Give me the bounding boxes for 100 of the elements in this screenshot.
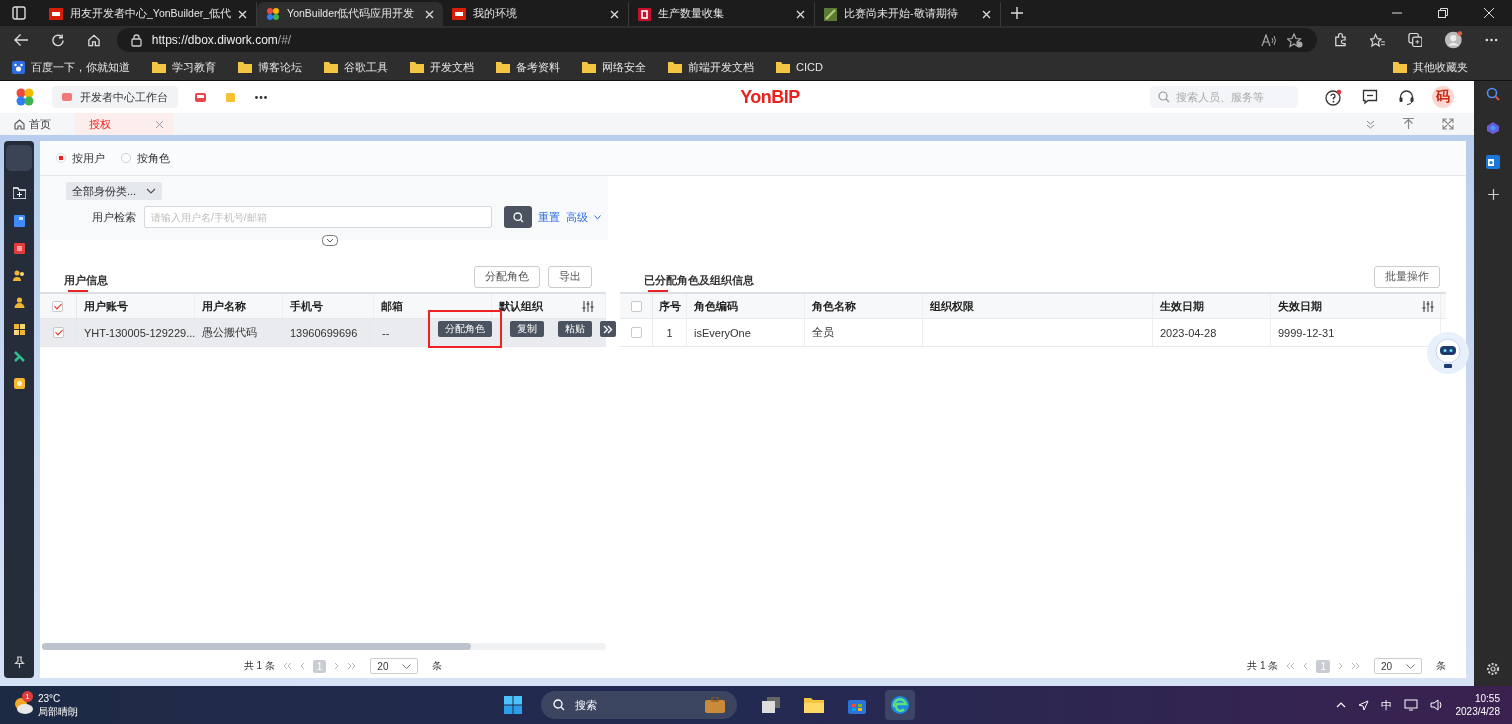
profile-avatar-icon[interactable] <box>1444 30 1463 50</box>
location-icon[interactable] <box>1357 699 1369 711</box>
pin-icon[interactable] <box>13 656 25 668</box>
row-checkbox[interactable] <box>630 327 642 338</box>
identity-select[interactable]: 全部身份类... <box>66 182 163 200</box>
folder-icon[interactable] <box>12 187 26 199</box>
fullscreen-icon[interactable] <box>1442 118 1454 130</box>
page-size-select[interactable]: 20 <box>370 658 419 674</box>
bookmark[interactable]: 开发文档 <box>410 59 474 75</box>
help-icon[interactable] <box>1325 88 1342 106</box>
back-icon[interactable] <box>14 33 29 47</box>
user-avatar[interactable]: 码 <box>1432 86 1454 108</box>
bookmark[interactable]: 前端开发文档 <box>668 59 754 75</box>
extensions-icon[interactable] <box>1332 32 1348 48</box>
more-icon[interactable] <box>255 95 267 99</box>
column-header: 邮箱 <box>374 294 493 318</box>
caret-up-icon[interactable] <box>1335 702 1346 708</box>
bookmark[interactable]: 学习教育 <box>152 59 216 75</box>
user-icon[interactable] <box>13 297 25 308</box>
app-icon[interactable] <box>13 378 25 389</box>
home-icon[interactable] <box>86 32 101 48</box>
row-action-button[interactable]: 分配角色 <box>438 321 492 337</box>
clock[interactable]: 10:55 2023/4/28 <box>1455 692 1500 718</box>
browser-icon <box>889 695 910 715</box>
row-action-button[interactable]: 复制 <box>510 321 544 337</box>
mail-app-icon[interactable] <box>1486 155 1500 169</box>
network-icon[interactable] <box>1403 699 1418 711</box>
collections-icon[interactable] <box>1407 32 1423 48</box>
upload-icon[interactable] <box>1403 118 1414 130</box>
bookmark[interactable]: 博客论坛 <box>238 59 302 75</box>
search-button[interactable] <box>504 206 532 228</box>
app-icon[interactable] <box>13 243 25 254</box>
field-label: 用户检索 <box>92 209 136 225</box>
read-aloud-icon[interactable] <box>1260 33 1277 47</box>
address-field[interactable]: https://dbox.diwork.com/#/ <box>116 28 1317 52</box>
bookmark[interactable]: CICD <box>776 61 823 73</box>
chevron-down-icon[interactable] <box>594 214 601 220</box>
task-view-icon[interactable] <box>761 697 780 713</box>
toolbar-button[interactable]: 导出 <box>548 266 592 288</box>
radio-option[interactable]: 按角色 <box>121 150 170 166</box>
bookmark[interactable]: 网络安全 <box>582 59 646 75</box>
settings-icon[interactable] <box>1486 662 1500 676</box>
bookmark[interactable]: 备考资料 <box>496 59 560 75</box>
restore-icon[interactable] <box>1438 8 1448 18</box>
taskbar-search-field[interactable]: 搜索 <box>540 691 737 719</box>
select-all-checkbox[interactable] <box>52 300 64 312</box>
lock-icon <box>130 33 142 47</box>
horizontal-scrollbar[interactable] <box>42 643 606 650</box>
more-actions-button[interactable] <box>600 321 616 337</box>
bookmark[interactable]: 谷歌工具 <box>324 59 388 75</box>
app-icon[interactable] <box>13 351 25 362</box>
favorite-add-icon[interactable] <box>1286 32 1303 48</box>
browser-tab[interactable]: YonBuilder低代码应用开发 <box>257 2 444 26</box>
tab-actions-icon[interactable] <box>12 6 26 20</box>
chevron-down-icon <box>146 188 157 194</box>
page-size-select[interactable]: 20 <box>1374 658 1422 674</box>
refresh-icon[interactable] <box>50 32 65 48</box>
advanced-link[interactable]: 高级 <box>566 209 588 225</box>
headset-icon[interactable] <box>1398 88 1415 106</box>
input-method[interactable]: 中 <box>1380 697 1392 713</box>
workbench-tab[interactable]: 开发者中心工作台 <box>52 86 178 108</box>
app-icon[interactable] <box>13 215 25 227</box>
robot-assistant-icon[interactable] <box>1426 331 1470 375</box>
folder-icon <box>238 61 252 73</box>
weather-icon[interactable] <box>12 695 34 715</box>
users-icon[interactable] <box>13 270 25 281</box>
search-icon[interactable] <box>1486 87 1500 101</box>
table-cell: 1 <box>653 319 687 346</box>
page-tab[interactable]: 授权 <box>75 113 173 135</box>
bookmark[interactable]: 百度一下，你就知道 <box>12 59 130 75</box>
row-action-button[interactable]: 粘贴 <box>558 321 592 337</box>
folder-icon[interactable] <box>803 697 824 713</box>
folder-icon <box>410 61 424 73</box>
select-all-checkbox[interactable] <box>630 300 642 312</box>
radio-option[interactable]: 按用户 <box>56 150 105 166</box>
column-header: 手机号 <box>282 294 375 318</box>
favorites-icon[interactable] <box>1369 32 1386 48</box>
message-icon[interactable] <box>1362 89 1378 105</box>
bookmark[interactable]: 其他收藏夹 <box>1393 59 1468 75</box>
copilot-icon[interactable] <box>1486 121 1500 135</box>
more-icon[interactable] <box>1485 38 1498 42</box>
brand-icon <box>452 8 467 20</box>
page-tab[interactable]: 首页 <box>0 113 61 135</box>
double-chevron-down-icon[interactable] <box>1366 119 1375 129</box>
folder-icon <box>324 61 338 73</box>
row-checkbox[interactable] <box>52 327 64 338</box>
add-icon[interactable] <box>1487 189 1499 200</box>
batch-button[interactable]: 批量操作 <box>1374 266 1440 288</box>
new-tab-icon[interactable] <box>1011 7 1024 19</box>
start-icon[interactable] <box>503 696 522 714</box>
reset-link[interactable]: 重置 <box>538 209 560 225</box>
browser-taskbar-button[interactable] <box>884 690 915 720</box>
toolbar-button[interactable]: 分配角色 <box>474 266 540 288</box>
column-settings-icon[interactable] <box>582 300 594 312</box>
volume-icon[interactable] <box>1429 699 1444 711</box>
paw-icon <box>12 60 25 74</box>
collapse-toggle-icon[interactable] <box>322 235 338 246</box>
logo-icon[interactable] <box>15 87 35 107</box>
grid-icon[interactable] <box>13 324 25 335</box>
column-settings-icon[interactable] <box>1422 300 1434 312</box>
